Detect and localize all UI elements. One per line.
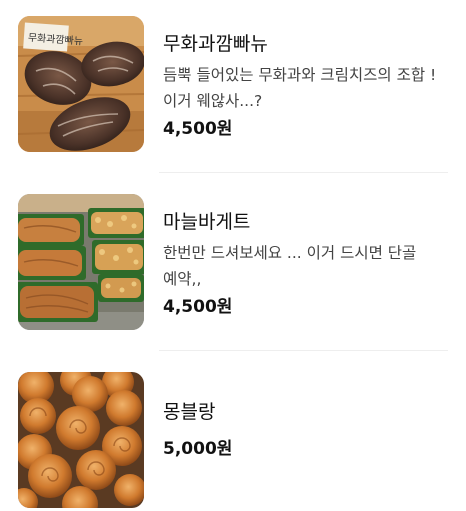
product-price: 4,500원 <box>163 119 233 139</box>
product-name[interactable]: 몽블랑 <box>163 400 448 424</box>
product-price: 4,500원 <box>163 297 233 317</box>
product-list: 무화과깜빠뉴 무화과깜빠뉴 듬뿍 들어있는 무화과와 크림치즈의 조합 ! 이거… <box>0 0 466 511</box>
product-price: 5,000원 <box>163 439 233 459</box>
product-name[interactable]: 마늘바게트 <box>163 210 448 234</box>
product-description: 한번만 드셔보세요 ... 이거 드시면 단골 예약,, <box>163 244 417 288</box>
product-card-garlic-baguette[interactable]: 마늘바게트 한번만 드셔보세요 ... 이거 드시면 단골 예약,, 4,500… <box>18 194 448 330</box>
product-card-mont-blanc[interactable]: 몽블랑 5,000원 <box>18 372 448 508</box>
garlic-baguette-photo[interactable] <box>18 194 144 330</box>
mont-blanc-pastry-photo[interactable] <box>18 372 144 508</box>
product-info: 무화과깜빠뉴 듬뿍 들어있는 무화과와 크림치즈의 조합 ! 이거 웨않사...… <box>163 16 448 140</box>
product-name[interactable]: 무화과깜빠뉴 <box>163 32 448 56</box>
product-info: 마늘바게트 한번만 드셔보세요 ... 이거 드시면 단골 예약,, 4,500… <box>163 194 448 318</box>
divider <box>159 172 448 173</box>
product-info: 몽블랑 5,000원 <box>163 372 448 460</box>
product-card-fig-campagne[interactable]: 무화과깜빠뉴 무화과깜빠뉴 듬뿍 들어있는 무화과와 크림치즈의 조합 ! 이거… <box>18 16 448 152</box>
product-description: 듬뿍 들어있는 무화과와 크림치즈의 조합 ! 이거 웨않사...? <box>163 66 437 110</box>
fig-campagne-bread-photo[interactable]: 무화과깜빠뉴 <box>18 16 144 152</box>
divider <box>159 350 448 351</box>
